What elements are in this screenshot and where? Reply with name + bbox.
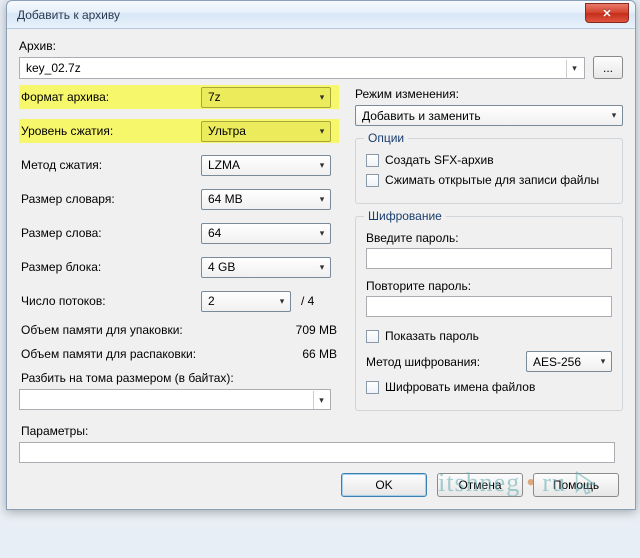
block-dropdown[interactable]: 4 GB ▾ — [201, 257, 331, 278]
encryption-fieldset: Шифрование Введите пароль: Повторите пар… — [355, 216, 623, 411]
enc-method-dropdown[interactable]: AES-256 ▾ — [526, 351, 612, 372]
level-value: Ультра — [208, 124, 246, 138]
update-mode-label: Режим изменения: — [355, 87, 623, 101]
row-compression-level: Уровень сжатия: Ультра ▾ — [19, 119, 339, 143]
format-label: Формат архива: — [21, 90, 201, 104]
params-label: Параметры: — [21, 424, 337, 438]
archive-label: Архив: — [19, 39, 623, 53]
block-value: 4 GB — [208, 260, 235, 274]
show-password-label: Показать пароль — [385, 329, 479, 343]
browse-label: ... — [603, 61, 613, 75]
help-button[interactable]: Помощь — [533, 473, 619, 497]
ok-button[interactable]: OK — [341, 473, 427, 497]
chevron-down-icon: ▾ — [274, 292, 290, 311]
format-dropdown[interactable]: 7z ▾ — [201, 87, 331, 108]
method-label: Метод сжатия: — [21, 158, 201, 172]
row-archive-format: Формат архива: 7z ▾ — [19, 85, 339, 109]
chevron-down-icon: ▾ — [313, 391, 329, 409]
sfx-label: Создать SFX-архив — [385, 153, 494, 167]
close-button[interactable]: ✕ — [585, 3, 629, 23]
chevron-down-icon: ▾ — [566, 60, 582, 78]
format-value: 7z — [208, 90, 221, 104]
cancel-button[interactable]: Отмена — [437, 473, 523, 497]
threads-label: Число потоков: — [21, 294, 201, 308]
encryption-legend: Шифрование — [364, 209, 446, 223]
threads-dropdown[interactable]: 2 ▾ — [201, 291, 291, 312]
chevron-down-icon: ▾ — [314, 258, 330, 277]
mem-pack-label: Объем памяти для упаковки: — [21, 323, 183, 337]
split-label: Разбить на тома размером (в байтах): — [21, 371, 337, 385]
method-dropdown[interactable]: LZMA ▾ — [201, 155, 331, 176]
row-mem-pack: Объем памяти для упаковки: 709 MB — [21, 323, 337, 337]
row-sfx: Создать SFX-архив — [366, 153, 612, 167]
threads-max: / 4 — [301, 294, 314, 308]
right-column: Режим изменения: Добавить и заменить ▾ О… — [355, 85, 623, 463]
row-mem-unpack: Объем памяти для распаковки: 66 MB — [21, 347, 337, 361]
row-dict-size: Размер словаря: 64 MB ▾ — [19, 187, 339, 211]
options-legend: Опции — [364, 131, 408, 145]
dialog-content: Архив: key_02.7z ▾ ... Формат архива: 7z… — [7, 29, 635, 509]
browse-button[interactable]: ... — [593, 56, 623, 79]
chevron-down-icon: ▾ — [314, 190, 330, 209]
ok-label: OK — [375, 478, 392, 492]
update-mode-dropdown[interactable]: Добавить и заменить ▾ — [355, 105, 623, 126]
dict-label: Размер словаря: — [21, 192, 201, 206]
update-mode-value: Добавить и заменить — [362, 109, 481, 123]
row-encrypt-names: Шифровать имена файлов — [366, 380, 612, 394]
method-value: LZMA — [208, 158, 240, 172]
password-input[interactable] — [366, 248, 612, 269]
chevron-down-icon: ▾ — [314, 156, 330, 175]
archive-path-combo[interactable]: key_02.7z ▾ — [19, 57, 585, 79]
dict-dropdown[interactable]: 64 MB ▾ — [201, 189, 331, 210]
options-fieldset: Опции Создать SFX-архив Сжимать открытые… — [355, 138, 623, 204]
chevron-down-icon: ▾ — [314, 122, 330, 141]
dict-value: 64 MB — [208, 192, 243, 206]
word-dropdown[interactable]: 64 ▾ — [201, 223, 331, 244]
row-enc-method: Метод шифрования: AES-256 ▾ — [366, 351, 612, 372]
password-label: Введите пароль: — [366, 231, 612, 245]
close-icon: ✕ — [602, 7, 611, 20]
mem-pack-value: 709 MB — [296, 323, 337, 337]
archive-path-value: key_02.7z — [26, 61, 81, 75]
mem-unpack-label: Объем памяти для распаковки: — [21, 347, 196, 361]
open-shared-checkbox[interactable] — [366, 174, 379, 187]
split-size-combo[interactable]: ▾ — [19, 389, 331, 410]
dialog-window: Добавить к архиву ✕ Архив: key_02.7z ▾ .… — [6, 0, 636, 510]
mem-unpack-value: 66 MB — [302, 347, 337, 361]
enc-method-label: Метод шифрования: — [366, 355, 480, 369]
chevron-down-icon: ▾ — [314, 224, 330, 243]
left-column: Формат архива: 7z ▾ Уровень сжатия: Ульт… — [19, 85, 339, 463]
chevron-down-icon: ▾ — [606, 106, 622, 125]
level-label: Уровень сжатия: — [21, 124, 201, 138]
cancel-label: Отмена — [458, 478, 501, 492]
row-show-password: Показать пароль — [366, 329, 612, 343]
row-block-size: Размер блока: 4 GB ▾ — [19, 255, 339, 279]
params-input[interactable] — [19, 442, 615, 463]
window-title: Добавить к архиву — [17, 8, 120, 22]
titlebar[interactable]: Добавить к архиву ✕ — [7, 1, 635, 29]
chevron-down-icon: ▾ — [595, 352, 611, 371]
encrypt-names-checkbox[interactable] — [366, 381, 379, 394]
sfx-checkbox[interactable] — [366, 154, 379, 167]
row-open-shared: Сжимать открытые для записи файлы — [366, 173, 612, 187]
row-word-size: Размер слова: 64 ▾ — [19, 221, 339, 245]
block-label: Размер блока: — [21, 260, 201, 274]
threads-value: 2 — [208, 294, 215, 308]
word-label: Размер слова: — [21, 226, 201, 240]
encrypt-names-label: Шифровать имена файлов — [385, 380, 535, 394]
chevron-down-icon: ▾ — [314, 88, 330, 107]
level-dropdown[interactable]: Ультра ▾ — [201, 121, 331, 142]
row-threads: Число потоков: 2 ▾ / 4 — [19, 289, 339, 313]
button-row: OK Отмена Помощь — [19, 463, 623, 501]
word-value: 64 — [208, 226, 221, 240]
row-compression-method: Метод сжатия: LZMA ▾ — [19, 153, 339, 177]
show-password-checkbox[interactable] — [366, 330, 379, 343]
password2-label: Повторите пароль: — [366, 279, 612, 293]
help-label: Помощь — [553, 478, 599, 492]
enc-method-value: AES-256 — [533, 355, 581, 369]
open-shared-label: Сжимать открытые для записи файлы — [385, 173, 599, 187]
password2-input[interactable] — [366, 296, 612, 317]
